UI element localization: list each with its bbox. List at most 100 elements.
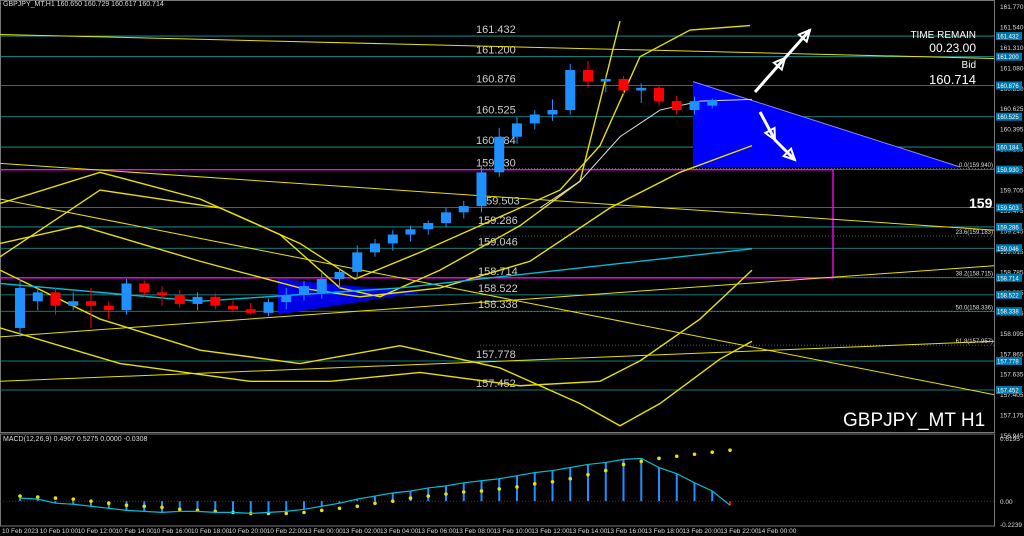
macd-signal-dot [674, 454, 679, 459]
price-level-tag-label: 158.714 [997, 276, 1019, 282]
macd-signal-dot [426, 494, 431, 498]
x-tick-label: 13 Feb 12:00 [531, 528, 570, 535]
candle-body [281, 295, 292, 303]
macd-signal-dot [160, 505, 164, 510]
macd-signal-dot [639, 459, 644, 464]
candle-body [299, 286, 309, 296]
candle-body [210, 296, 221, 306]
candle-body [228, 305, 238, 310]
y-tick-label: 161.540 [1000, 24, 1024, 31]
chart-header: GBPJPY_MT,H1 160.650 160.729 160.617 160… [3, 1, 164, 8]
candle-body [334, 271, 345, 280]
x-tick-label: 10 Feb 10:00 [40, 528, 79, 535]
candle-body [529, 114, 540, 124]
x-tick-label: 13 Feb 00:00 [304, 528, 343, 535]
candle-body [157, 292, 167, 296]
macd-signal-dot [390, 499, 395, 503]
candle-body [15, 287, 25, 328]
macd-signal-dot [71, 497, 76, 501]
macd-signal-dot [337, 506, 342, 511]
up-arrow [753, 57, 787, 93]
price-level-tag-label: 161.200 [997, 55, 1019, 61]
macd-tick-label: 0.6195 [1000, 436, 1020, 443]
macd-tick-label: -0.2239 [1000, 522, 1022, 529]
time-remain-label: TIME REMAIN [910, 30, 976, 41]
x-tick-label: 13 Feb 22:00 [720, 528, 759, 535]
macd-signal-dot [515, 485, 519, 489]
candle-body [636, 87, 647, 91]
symbol-label: GBPJPY_MT H1 [843, 410, 986, 431]
x-tick-label: 10 Feb 16:00 [153, 528, 192, 535]
price-level-tag-label: 160.184 [997, 146, 1019, 152]
candle-body [370, 243, 380, 253]
price-level-tag-label: 157.452 [997, 389, 1019, 395]
candle-body [618, 78, 629, 91]
price-level-tag-label: 160.876 [997, 84, 1019, 90]
macd-signal-dot [302, 510, 306, 515]
macd-signal-dot [284, 511, 289, 516]
price-level-label: 160.525 [476, 105, 516, 117]
price-level-tag-label: 159.930 [997, 168, 1019, 174]
macd-signal-dot [106, 501, 111, 506]
outer-upper-band [0, 20, 621, 298]
macd-signal-dot [710, 450, 715, 455]
macd-signal-dot [142, 504, 147, 509]
price-level-label: 157.778 [476, 349, 516, 361]
x-tick-label: 14 Feb 00:00 [758, 528, 797, 535]
macd-signal-dot [657, 456, 661, 461]
candle-body [600, 78, 611, 82]
candle-body [423, 223, 434, 230]
macd-signal-dot [53, 496, 58, 500]
price-level-tag-label: 158.338 [997, 310, 1019, 316]
price-chart: 161.770161.540161.310161.080160.850160.6… [0, 0, 1024, 535]
candle-body [245, 309, 256, 313]
candle-body [707, 99, 718, 106]
candle-body [316, 279, 327, 293]
candle-body [512, 123, 522, 137]
macd-signal-dot [89, 499, 93, 503]
macd-signal-dot [355, 504, 360, 509]
fib-label: 0.0(159.940) [959, 163, 993, 169]
candle-body [263, 302, 274, 313]
bid-label: Bid [961, 60, 976, 71]
time-remain-value: 00.23.00 [929, 41, 976, 55]
price-level-tag-label: 159.046 [997, 247, 1019, 253]
macd-tick-label: 0.00 [1000, 499, 1013, 506]
candle-body [50, 292, 61, 306]
x-tick-label: 13 Feb 18:00 [645, 528, 684, 535]
candle-body [565, 70, 576, 111]
y-tick-label: 158.095 [1000, 331, 1024, 338]
macd-signal-dot [124, 503, 129, 508]
candle-body [139, 283, 150, 293]
outer-lower-band [0, 269, 753, 387]
price-level-tag-label: 157.778 [997, 360, 1019, 366]
macd-signal-dot [532, 482, 537, 486]
x-tick-label: 10 Feb 18:00 [191, 528, 230, 535]
macd-signal-dot [18, 494, 22, 498]
price-level-label: 158.522 [478, 283, 518, 295]
x-tick-label: 10 Feb 2023 [2, 528, 39, 535]
candle-body [68, 301, 79, 306]
candle-body [121, 283, 132, 311]
y-tick-label: 160.625 [1000, 106, 1024, 113]
macd-signal-dot [621, 462, 626, 467]
x-tick-label: 13 Feb 14:00 [569, 528, 608, 535]
price-level-tag-label: 159.286 [997, 225, 1019, 231]
price-level-label: 159.286 [478, 215, 518, 227]
price-level-label: 161.432 [476, 24, 516, 36]
price-level-tag-label: 158.522 [997, 293, 1019, 299]
x-tick-label: 10 Feb 12:00 [78, 528, 117, 535]
macd-signal-dot [408, 496, 413, 500]
price-level-tag-label: 160.525 [997, 115, 1019, 121]
candle-body [441, 212, 451, 224]
macd-signal-dot [444, 492, 448, 496]
macd-signal-dot [550, 479, 555, 484]
x-tick-label: 13 Feb 20:00 [682, 528, 721, 535]
bid-value: 160.714 [929, 72, 976, 87]
macd-signal-dot [373, 501, 377, 506]
y-tick-label: 157.635 [1000, 372, 1024, 379]
x-tick-label: 13 Feb 08:00 [456, 528, 495, 535]
macd-signal-dot [497, 487, 502, 491]
x-tick-label: 13 Feb 06:00 [418, 528, 457, 535]
macd-signal-dot [319, 508, 324, 513]
